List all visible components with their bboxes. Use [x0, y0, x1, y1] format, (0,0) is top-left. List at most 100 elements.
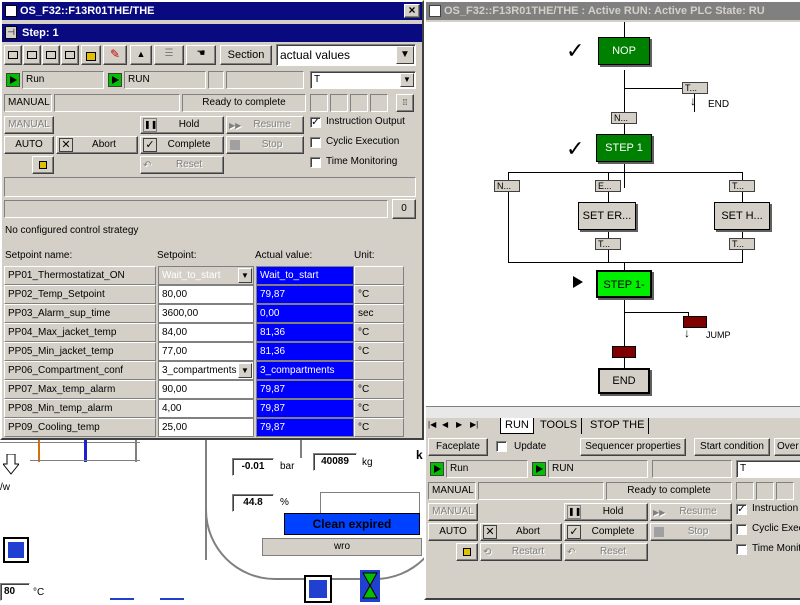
lock-button[interactable]: [81, 45, 101, 65]
scroll-last-icon[interactable]: ▶|: [470, 420, 478, 429]
cyclic-execution-checkbox[interactable]: [310, 137, 321, 148]
abort-button[interactable]: ✕ Abort: [480, 523, 562, 541]
lock-small-button[interactable]: [32, 156, 54, 174]
resume-label: Resume: [679, 506, 717, 517]
close-button[interactable]: ×: [404, 4, 420, 18]
pin-icon[interactable]: ⊣: [5, 26, 17, 39]
valve-square[interactable]: [3, 537, 29, 563]
toolbar-button-2[interactable]: [23, 45, 41, 65]
pressure-value[interactable]: -0.01: [232, 458, 274, 476]
setpoint-value-cell[interactable]: 90,00: [158, 380, 254, 399]
transition-t4[interactable]: T...: [729, 238, 755, 250]
abort-button[interactable]: ✕ Abort: [56, 136, 138, 154]
toolbar-button-1[interactable]: [4, 45, 22, 65]
chevron-down-icon[interactable]: ▼: [396, 46, 414, 64]
tab-run[interactable]: RUN: [500, 418, 534, 434]
complete-button[interactable]: ✓ Complete: [140, 136, 224, 154]
pump-square[interactable]: [304, 575, 332, 603]
step-set-er[interactable]: SET ER...: [578, 202, 636, 230]
reset-button[interactable]: ↶ Reset: [140, 156, 224, 174]
chevron-down-icon[interactable]: ▼: [238, 268, 252, 283]
reset-button[interactable]: ↶ Reset: [564, 543, 648, 561]
scale-icon[interactable]: ⁞⁞: [396, 94, 414, 112]
bell-button[interactable]: ▲: [130, 45, 152, 65]
update-checkbox[interactable]: [496, 441, 507, 452]
scroll-prev-icon[interactable]: ◀: [442, 420, 448, 429]
hold-button[interactable]: ❚❚ Hold: [564, 503, 648, 521]
hold-button[interactable]: ❚❚ Hold: [140, 116, 224, 134]
setpoint-value-cell[interactable]: Wait_to_start ▼: [158, 266, 254, 285]
chevron-down-icon[interactable]: ▼: [238, 363, 252, 378]
stop-button[interactable]: Stop: [226, 136, 304, 154]
tab-tools[interactable]: TOOLS: [536, 418, 583, 434]
start-condition-button[interactable]: Start condition: [694, 438, 770, 456]
step-1[interactable]: STEP 1: [596, 134, 652, 162]
instruction-output-checkbox[interactable]: ✓: [736, 504, 747, 515]
sequencer-properties-button[interactable]: Sequencer properties: [580, 438, 686, 456]
table-row: PP06_Compartment_conf 3_compartments ▼ 3_co…: [4, 361, 404, 380]
setpoint-value-cell[interactable]: 3_compartments ▼: [158, 361, 254, 380]
status-box: [310, 94, 328, 112]
auto-button[interactable]: AUTO: [428, 523, 478, 541]
unit-cell: [354, 266, 404, 285]
hand-button[interactable]: ☚: [186, 45, 216, 65]
edit-button[interactable]: ✎: [103, 45, 127, 65]
unit-cell: [354, 361, 404, 380]
transition-end[interactable]: ...: [612, 346, 636, 358]
time-monitoring-checkbox[interactable]: [736, 544, 747, 555]
step-nop[interactable]: NOP: [598, 37, 650, 65]
window-titlebar[interactable]: OS_F32::F13R01THE/THE: [2, 2, 422, 20]
list-button[interactable]: ☰: [154, 45, 184, 65]
resume-button[interactable]: ▶▶ Resume: [650, 503, 732, 521]
overview-button[interactable]: Over: [774, 438, 800, 456]
transition-e1[interactable]: E...: [595, 180, 621, 192]
sfc-titlebar[interactable]: OS_F32::F13R01THE/THE : Active RUN: Acti…: [426, 2, 800, 20]
horizontal-scrollbar[interactable]: [426, 406, 800, 418]
instruction-output-checkbox[interactable]: ✓: [310, 117, 321, 128]
command-select[interactable]: T: [736, 460, 800, 478]
step-1-active[interactable]: STEP 1-: [596, 270, 652, 298]
transition-t2[interactable]: T...: [729, 180, 755, 192]
tab-stop-the[interactable]: STOP THE: [586, 418, 650, 434]
counter-button[interactable]: 0: [392, 199, 416, 219]
restart-button[interactable]: ⟲ Restart: [480, 543, 562, 561]
abort-icon: ✕: [59, 138, 73, 152]
faceplate-button[interactable]: Faceplate: [428, 438, 488, 456]
toolbar-button-3[interactable]: [42, 45, 60, 65]
transition-t1[interactable]: T...: [682, 82, 708, 94]
mode-extra: [54, 94, 180, 112]
manual-button[interactable]: MANUAL: [4, 116, 54, 134]
valve-icon[interactable]: [360, 570, 380, 602]
actual-value-cell: 81,36: [256, 342, 354, 361]
section-button[interactable]: Section: [220, 45, 272, 65]
auto-button[interactable]: AUTO: [4, 136, 54, 154]
setpoint-value-cell[interactable]: 25,00: [158, 418, 254, 437]
transition-n1[interactable]: N...: [611, 112, 637, 124]
scroll-first-icon[interactable]: |◀: [428, 420, 436, 429]
setpoint-value-cell[interactable]: 80,00: [158, 285, 254, 304]
view-select[interactable]: actual values ▼: [276, 44, 416, 66]
toolbar-button-4[interactable]: [61, 45, 79, 65]
cyclic-execution-checkbox[interactable]: [736, 524, 747, 535]
complete-label: Complete: [591, 526, 635, 537]
command-select[interactable]: T ▼: [310, 71, 416, 89]
resume-button[interactable]: ▶▶ Resume: [226, 116, 304, 134]
step-end[interactable]: END: [598, 368, 650, 394]
setpoint-value-cell[interactable]: 4,00: [158, 399, 254, 418]
setpoint-value-cell[interactable]: 3600,00: [158, 304, 254, 323]
scroll-next-icon[interactable]: ▶: [456, 420, 462, 429]
temp-value[interactable]: 80: [0, 583, 30, 601]
time-monitoring-checkbox[interactable]: [310, 157, 321, 168]
setpoint-value-cell[interactable]: 84,00: [158, 323, 254, 342]
level-value[interactable]: 44.8: [232, 494, 274, 512]
lock-small-button[interactable]: [456, 543, 478, 561]
chevron-down-icon[interactable]: ▼: [400, 73, 414, 87]
stop-button[interactable]: Stop: [650, 523, 732, 541]
setpoint-value-cell[interactable]: 77,00: [158, 342, 254, 361]
manual-button[interactable]: MANUAL: [428, 503, 478, 521]
step-set-h[interactable]: SET H...: [714, 202, 770, 230]
transition-t3[interactable]: T...: [595, 238, 621, 250]
weight-value[interactable]: 40089: [313, 453, 357, 471]
transition-n2[interactable]: N...: [494, 180, 520, 192]
complete-button[interactable]: ✓ Complete: [564, 523, 648, 541]
